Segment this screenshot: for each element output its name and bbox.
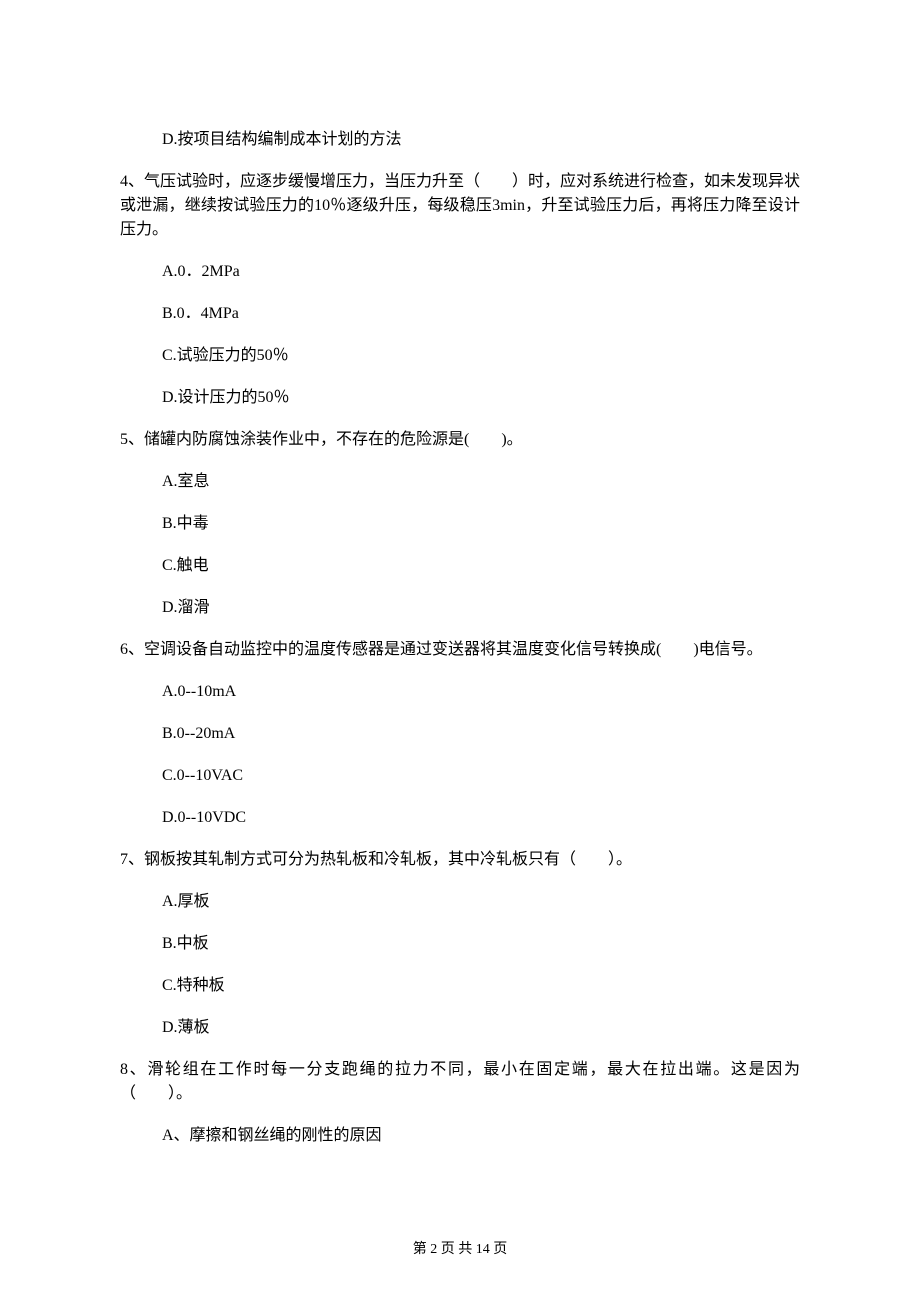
question-7-option-b: B.中板 (162, 932, 800, 956)
question-6-option-b: B.0--20mA (162, 722, 800, 746)
question-5-option-b: B.中毒 (162, 512, 800, 536)
question-5-option-d: D.溜滑 (162, 596, 800, 620)
page-footer: 第 2 页 共 14 页 (0, 1239, 920, 1260)
question-4-option-c: C.试验压力的50％ (162, 344, 800, 368)
question-4-stem: 4、气压试验时，应逐步缓慢增压力，当压力升至（ ）时，应对系统进行检查，如未发现… (120, 170, 800, 242)
question-3-option-d: D.按项目结构编制成本计划的方法 (162, 128, 800, 152)
question-7-stem: 7、钢板按其轧制方式可分为热轧板和冷轧板，其中冷轧板只有（ ）。 (120, 848, 800, 872)
question-7-option-c: C.特种板 (162, 974, 800, 998)
question-6-stem: 6、空调设备自动监控中的温度传感器是通过变送器将其温度变化信号转换成( )电信号… (120, 638, 800, 662)
question-8-stem: 8、滑轮组在工作时每一分支跑绳的拉力不同，最小在固定端，最大在拉出端。这是因为（… (120, 1058, 800, 1106)
question-6-option-d: D.0--10VDC (162, 806, 800, 830)
question-5-option-c: C.触电 (162, 554, 800, 578)
question-6-option-c: C.0--10VAC (162, 764, 800, 788)
question-7-option-a: A.厚板 (162, 890, 800, 914)
question-5-option-a: A.室息 (162, 470, 800, 494)
page-container: D.按项目结构编制成本计划的方法 4、气压试验时，应逐步缓慢增压力，当压力升至（… (0, 0, 920, 1302)
question-8-option-a: A、摩擦和钢丝绳的刚性的原因 (162, 1124, 800, 1148)
question-4-option-b: B.0．4MPa (162, 302, 800, 326)
question-7-option-d: D.薄板 (162, 1016, 800, 1040)
question-6-option-a: A.0--10mA (162, 680, 800, 704)
question-4-option-d: D.设计压力的50％ (162, 386, 800, 410)
question-5-stem: 5、储罐内防腐蚀涂装作业中，不存在的危险源是( )。 (120, 428, 800, 452)
question-4-option-a: A.0．2MPa (162, 260, 800, 284)
